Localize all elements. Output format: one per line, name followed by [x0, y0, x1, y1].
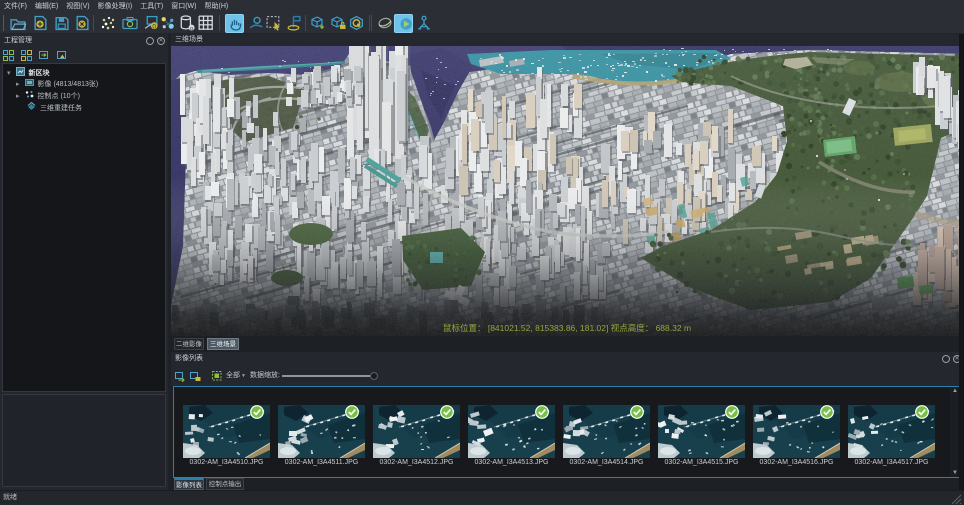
svg-text:0: 0 — [152, 23, 156, 30]
svg-text:鼠标位置： [841021.52, 815383.86,: 鼠标位置： [841021.52, 815383.86, 181.02] 视点高… — [443, 323, 691, 333]
svg-text:o: o — [190, 26, 193, 31]
